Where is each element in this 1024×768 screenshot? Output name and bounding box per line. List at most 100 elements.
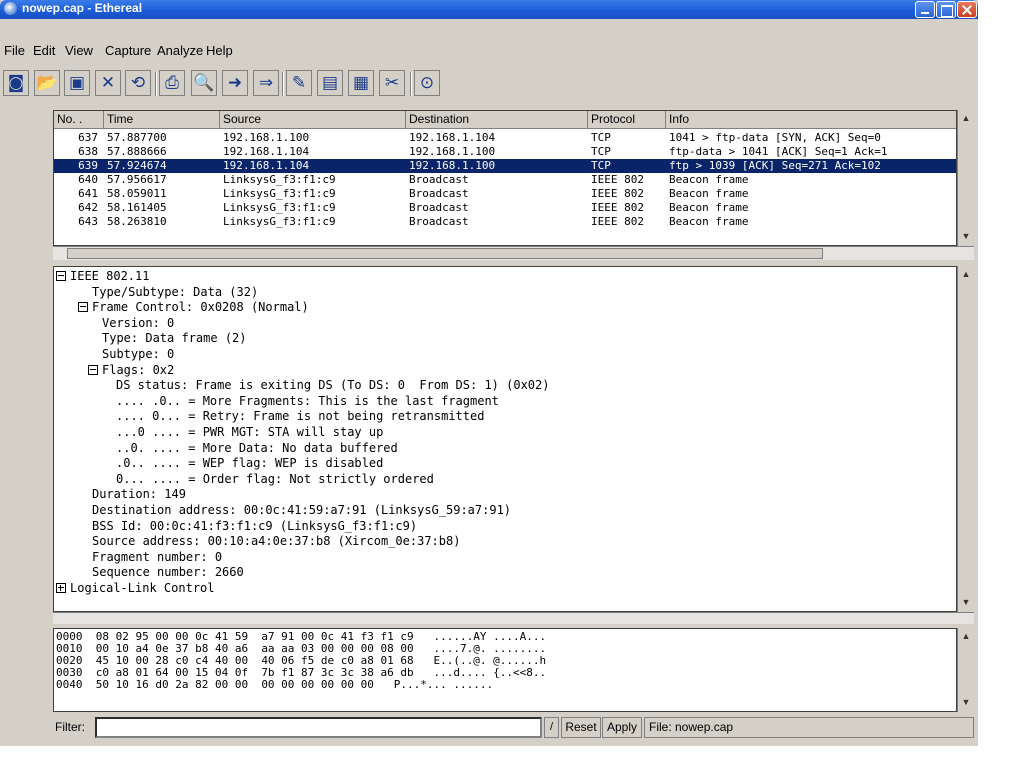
reload-icon[interactable]: ⟲: [125, 70, 151, 96]
packet-info: Beacon frame: [669, 215, 749, 228]
detail-line[interactable]: .0.. .... = WEP flag: WEP is disabled: [116, 456, 383, 471]
go-packet-icon[interactable]: ⇒: [253, 70, 279, 96]
column-header-time[interactable]: Time: [104, 111, 220, 129]
packet-row[interactable]: 641 58.059011 LinksysG_f3:f1:c9 Broadcast IE…: [54, 187, 956, 201]
hex-line: 0040 50 10 16 d0 2a 82 00 00 00 00 00 00…: [56, 679, 493, 690]
packet-list[interactable]: No. . Time Source Destination Protocol Info 63…: [53, 110, 957, 246]
hscroll-thumb[interactable]: [67, 248, 823, 259]
packet-row[interactable]: 642 58.161405 LinksysG_f3:f1:c9 Broadcast IE…: [54, 201, 956, 215]
detail-line[interactable]: .... 0... = Retry: Frame is not being re…: [116, 409, 484, 424]
detail-line[interactable]: DS status: Frame is exiting DS (To DS: 0…: [116, 378, 549, 393]
coloring-icon[interactable]: ▦: [348, 70, 374, 96]
print-icon[interactable]: ⎙: [159, 70, 185, 96]
packet-source: LinksysG_f3:f1:c9: [223, 201, 336, 214]
packet-source: 192.168.1.100: [223, 131, 310, 144]
packet-info: Beacon frame: [669, 187, 749, 200]
packet-list-vscroll[interactable]: ▲ ▼: [957, 110, 974, 246]
detail-line[interactable]: 0... .... = Order flag: Not strictly ord…: [116, 472, 434, 487]
menu-edit[interactable]: Edit: [33, 43, 55, 58]
collapse-icon[interactable]: [88, 364, 98, 375]
packet-row[interactable]: 638 57.888666 192.168.1.104 192.168.1.100 TC…: [54, 145, 956, 159]
collapse-icon[interactable]: [56, 271, 66, 281]
toolbar-separator: [410, 72, 412, 96]
go-to-icon[interactable]: ➜: [222, 70, 248, 96]
maximize-button[interactable]: [936, 1, 956, 18]
scroll-down-icon[interactable]: ▼: [960, 596, 972, 608]
menu-analyze[interactable]: Analyze: [157, 43, 203, 58]
packet-row[interactable]: 639 57.924674 192.168.1.104 192.168.1.100 TC…: [54, 159, 956, 173]
detail-line[interactable]: Logical-Link Control: [56, 581, 215, 596]
detail-line[interactable]: Destination address: 00:0c:41:59:a7:91 (…: [92, 503, 511, 518]
close-button[interactable]: [957, 1, 977, 18]
detail-line[interactable]: Sequence number: 2660: [92, 565, 244, 580]
hex-line: 0030 c0 a8 01 64 00 15 04 0f 7b f1 87 3c…: [56, 667, 546, 678]
packet-row[interactable]: 643 58.263810 LinksysG_f3:f1:c9 Broadcast IE…: [54, 215, 956, 229]
scroll-up-icon[interactable]: ▲: [960, 630, 972, 642]
detail-line[interactable]: Frame Control: 0x0208 (Normal): [78, 300, 309, 315]
detail-line[interactable]: Fragment number: 0: [92, 550, 222, 565]
hex-line: 0020 45 10 00 28 c0 c4 40 00 40 06 f5 de…: [56, 655, 546, 666]
help-icon[interactable]: ⊙: [414, 70, 440, 96]
toolbar-separator: [282, 72, 284, 96]
detail-line[interactable]: Duration: 149: [92, 487, 186, 502]
close-capture-icon[interactable]: ✕: [95, 70, 121, 96]
toolbar-separator: [155, 72, 157, 96]
menu-help[interactable]: Help: [206, 43, 233, 58]
detail-line[interactable]: IEEE 802.11: [56, 269, 149, 284]
minimize-button[interactable]: [915, 1, 935, 18]
packet-details[interactable]: IEEE 802.11 Type/Subtype: Data (32) Frame …: [53, 266, 957, 612]
bytes-vscroll[interactable]: ▲ ▼: [957, 628, 974, 712]
scroll-down-icon[interactable]: ▼: [960, 230, 972, 242]
interfaces-icon[interactable]: ◙: [3, 70, 29, 96]
packet-info: Beacon frame: [669, 201, 749, 214]
packet-no: 640: [78, 173, 98, 186]
packet-protocol: IEEE 802: [591, 215, 644, 228]
filter-dropdown-button[interactable]: /: [544, 717, 559, 738]
detail-line[interactable]: Type/Subtype: Data (32): [92, 285, 258, 300]
apply-button[interactable]: Apply: [602, 717, 642, 738]
packet-protocol: IEEE 802: [591, 173, 644, 186]
collapse-icon[interactable]: [78, 302, 88, 313]
hex-ascii: P...*... ......: [393, 678, 494, 691]
packet-row[interactable]: 637 57.887700 192.168.1.100 192.168.1.104 TC…: [54, 131, 956, 145]
detail-text: Version: 0: [102, 315, 175, 330]
detail-line[interactable]: Flags: 0x2: [88, 363, 174, 378]
preferences-icon[interactable]: ✂: [379, 70, 405, 96]
title-bar[interactable]: nowep.cap - Ethereal: [0, 0, 978, 19]
detail-line[interactable]: Subtype: 0: [102, 347, 174, 362]
menu-view[interactable]: View: [65, 43, 93, 58]
menu-file[interactable]: File: [4, 43, 25, 58]
column-header-protocol[interactable]: Protocol: [588, 111, 666, 129]
packet-list-hscroll[interactable]: [53, 246, 974, 260]
column-header-source[interactable]: Source: [220, 111, 406, 129]
column-header-info[interactable]: Info: [666, 111, 956, 129]
filter-input[interactable]: [95, 717, 542, 738]
scroll-up-icon[interactable]: ▲: [960, 268, 972, 280]
open-icon[interactable]: 📂: [34, 70, 60, 96]
find-icon[interactable]: 🔍: [191, 70, 217, 96]
scroll-up-icon[interactable]: ▲: [960, 112, 972, 124]
detail-line[interactable]: ...0 .... = PWR MGT: STA will stay up: [116, 425, 383, 440]
reset-button[interactable]: Reset: [561, 717, 601, 738]
hex-offset: 0040: [56, 678, 96, 691]
detail-line[interactable]: Source address: 00:10:a4:0e:37:b8 (Xirco…: [92, 534, 460, 549]
detail-line[interactable]: BSS Id: 00:0c:41:f3:f1:c9 (LinksysG_f3:f…: [92, 519, 417, 534]
column-header-destination[interactable]: Destination: [406, 111, 588, 129]
detail-line[interactable]: Type: Data frame (2): [102, 331, 247, 346]
packet-bytes[interactable]: 0000 08 02 95 00 00 0c 41 59 a7 91 00 0c…: [53, 628, 957, 712]
packet-row[interactable]: 640 57.956617 LinksysG_f3:f1:c9 Broadcast IE…: [54, 173, 956, 187]
details-hscroll[interactable]: [53, 612, 974, 624]
expand-icon[interactable]: [56, 583, 66, 593]
detail-line[interactable]: .... .0.. = More Fragments: This is the …: [116, 394, 499, 409]
column-header-no[interactable]: No. .: [54, 111, 104, 129]
app-icon: [4, 2, 17, 15]
packet-info: ftp > 1039 [ACK] Seq=271 Ack=102: [669, 159, 881, 172]
capture-filter-icon[interactable]: ✎: [286, 70, 312, 96]
display-filter-icon[interactable]: ▤: [317, 70, 343, 96]
details-vscroll[interactable]: ▲ ▼: [957, 266, 974, 612]
menu-capture[interactable]: Capture: [105, 43, 151, 58]
scroll-down-icon[interactable]: ▼: [960, 696, 972, 708]
save-icon[interactable]: ▣: [64, 70, 90, 96]
detail-line[interactable]: ..0. .... = More Data: No data buffered: [116, 441, 398, 456]
detail-line[interactable]: Version: 0: [102, 316, 174, 331]
